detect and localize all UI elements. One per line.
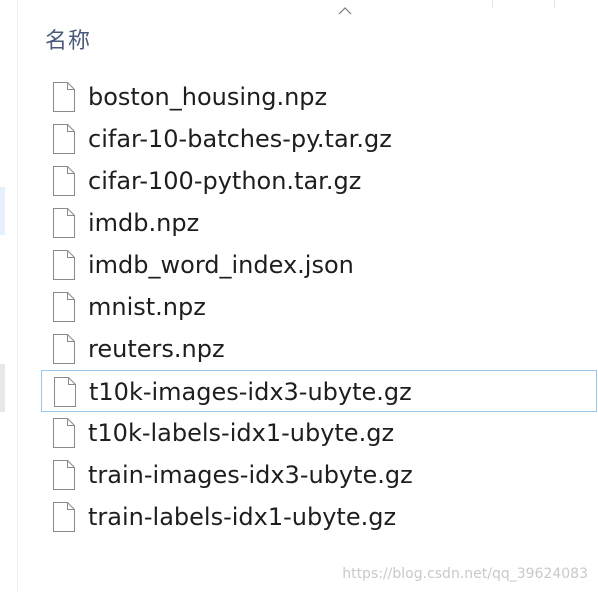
chevron-up-icon bbox=[337, 6, 353, 16]
file-row[interactable]: train-images-idx3-ubyte.gz bbox=[41, 454, 597, 496]
file-row[interactable]: cifar-10-batches-py.tar.gz bbox=[41, 118, 597, 160]
file-name: cifar-10-batches-py.tar.gz bbox=[88, 125, 392, 153]
file-row[interactable]: boston_housing.npz bbox=[41, 76, 597, 118]
watermark: https://blog.csdn.net/qq_39624083 bbox=[342, 566, 588, 582]
file-icon bbox=[53, 377, 77, 407]
file-row[interactable]: t10k-images-idx3-ubyte.gz bbox=[41, 370, 597, 412]
file-row[interactable]: t10k-labels-idx1-ubyte.gz bbox=[41, 412, 597, 454]
file-name: reuters.npz bbox=[88, 335, 225, 363]
file-name: imdb.npz bbox=[88, 209, 200, 237]
file-icon bbox=[52, 166, 76, 196]
file-name: imdb_word_index.json bbox=[88, 251, 354, 279]
column-header-name[interactable]: 名称 bbox=[45, 23, 91, 55]
navigation-pane-highlight bbox=[0, 187, 5, 235]
file-name: train-images-idx3-ubyte.gz bbox=[88, 461, 413, 489]
file-row[interactable]: imdb_word_index.json bbox=[41, 244, 597, 286]
file-name: train-labels-idx1-ubyte.gz bbox=[88, 503, 397, 531]
file-icon bbox=[52, 334, 76, 364]
pane-divider[interactable] bbox=[17, 0, 18, 592]
file-icon bbox=[52, 250, 76, 280]
file-icon bbox=[52, 460, 76, 490]
column-header-divider[interactable] bbox=[492, 0, 493, 8]
file-icon bbox=[52, 82, 76, 112]
file-row[interactable]: reuters.npz bbox=[41, 328, 597, 370]
file-icon bbox=[52, 418, 76, 448]
file-row[interactable]: cifar-100-python.tar.gz bbox=[41, 160, 597, 202]
file-name: t10k-labels-idx1-ubyte.gz bbox=[88, 419, 395, 447]
file-row[interactable]: imdb.npz bbox=[41, 202, 597, 244]
file-name: boston_housing.npz bbox=[88, 83, 328, 111]
file-name: cifar-100-python.tar.gz bbox=[88, 167, 362, 195]
navigation-pane-edge[interactable] bbox=[0, 0, 6, 592]
column-header-divider[interactable] bbox=[554, 0, 555, 8]
file-icon bbox=[52, 124, 76, 154]
file-icon bbox=[52, 292, 76, 322]
navigation-pane-scroll-highlight bbox=[0, 364, 5, 412]
file-name: t10k-images-idx3-ubyte.gz bbox=[89, 378, 412, 406]
file-icon bbox=[52, 502, 76, 532]
file-row[interactable]: train-labels-idx1-ubyte.gz bbox=[41, 496, 597, 538]
file-row[interactable]: mnist.npz bbox=[41, 286, 597, 328]
file-name: mnist.npz bbox=[88, 293, 206, 321]
file-icon bbox=[52, 208, 76, 238]
column-header-row: 名称 bbox=[18, 0, 598, 66]
